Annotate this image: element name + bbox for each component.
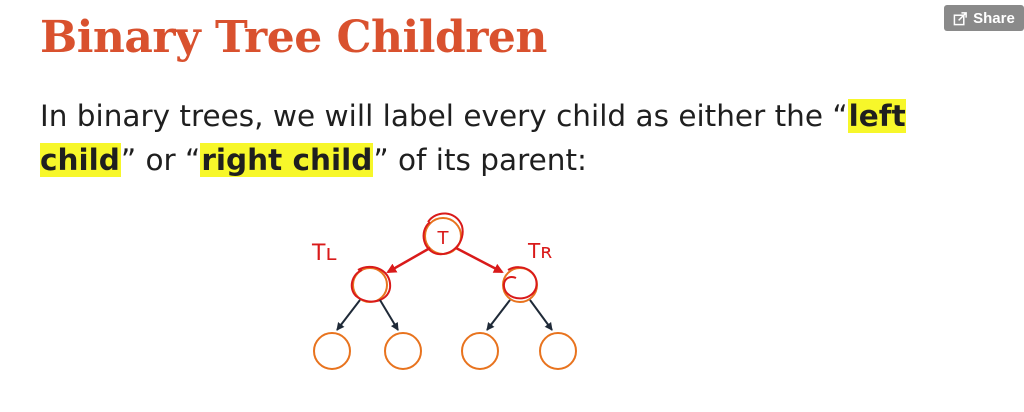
text-between: ” or “ — [120, 143, 201, 177]
leaf-node — [384, 332, 422, 370]
edge-right-rightleaf — [529, 299, 553, 331]
leaf-node — [461, 332, 499, 370]
right-subtree-annotation: Tʀ — [527, 239, 552, 263]
share-button-label: Share — [973, 9, 1015, 27]
text-before: In binary trees, we will label every chi… — [40, 99, 848, 133]
leaf-node — [313, 332, 351, 370]
binary-tree-diagram: T Tʟ Tʀ — [311, 212, 577, 370]
edge-left-leftleaf — [336, 299, 361, 331]
share-button[interactable]: Share — [944, 5, 1024, 31]
slide-title: Binary Tree Children — [40, 12, 547, 63]
share-icon — [953, 11, 968, 25]
edge-left-rightleaf — [379, 299, 399, 331]
leaf-node — [539, 332, 577, 370]
edge-root-right — [455, 246, 504, 274]
text-after: ” of its parent: — [373, 143, 587, 177]
left-subtree-annotation: Tʟ — [311, 241, 337, 266]
edge-root-left — [386, 246, 431, 274]
left-child-ink-circle — [350, 265, 392, 303]
root-label: T — [437, 228, 450, 249]
highlight-right-child: right child — [200, 143, 374, 177]
edge-right-leftleaf — [486, 299, 511, 331]
slide-body-text: In binary trees, we will label every chi… — [40, 94, 1000, 182]
